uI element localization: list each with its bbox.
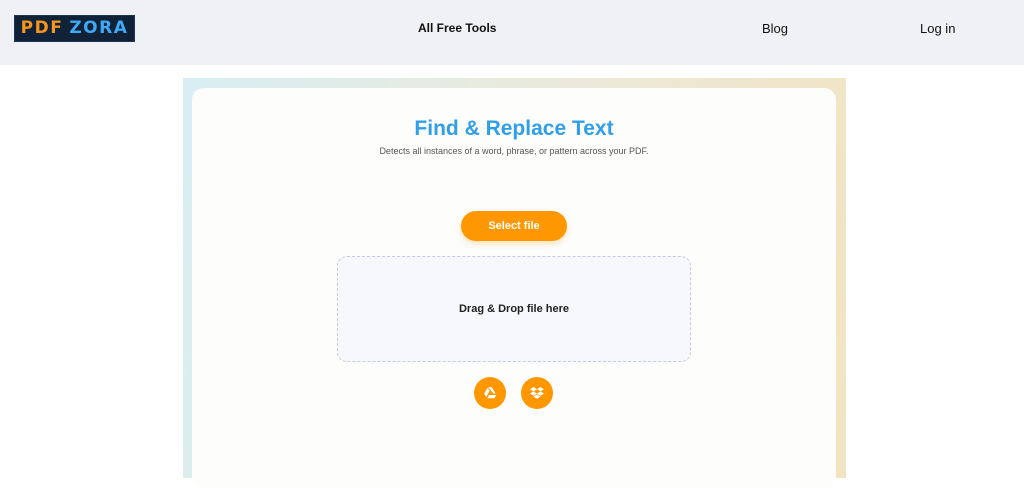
logo-text-pdf: PDF — [20, 18, 64, 38]
dropzone-label: Drag & Drop file here — [458, 303, 570, 315]
nav-all-free-tools[interactable]: All Free Tools — [418, 21, 496, 35]
nav-blog[interactable]: Blog — [762, 21, 788, 36]
select-file-button[interactable]: Select file — [461, 211, 567, 241]
tool-hero-background: Find & Replace Text Detects all instance… — [183, 78, 846, 488]
dropbox-icon — [530, 386, 544, 399]
file-dropzone[interactable]: Drag & Drop file here — [337, 256, 691, 362]
google-drive-icon — [484, 387, 497, 399]
google-drive-button[interactable] — [474, 377, 506, 409]
upload-card: Find & Replace Text Detects all instance… — [192, 88, 836, 488]
pdfzora-logo[interactable]: PDF ZORA — [14, 15, 135, 42]
page-title: Find & Replace Text — [414, 117, 614, 140]
top-navbar: PDF ZORA All Free Tools Blog Log in — [0, 0, 1024, 65]
logo-text-zora: ZORA — [69, 18, 129, 38]
nav-login[interactable]: Log in — [920, 21, 955, 36]
page-subtitle: Detects all instances of a word, phrase,… — [379, 146, 649, 156]
dropbox-button[interactable] — [521, 377, 553, 409]
